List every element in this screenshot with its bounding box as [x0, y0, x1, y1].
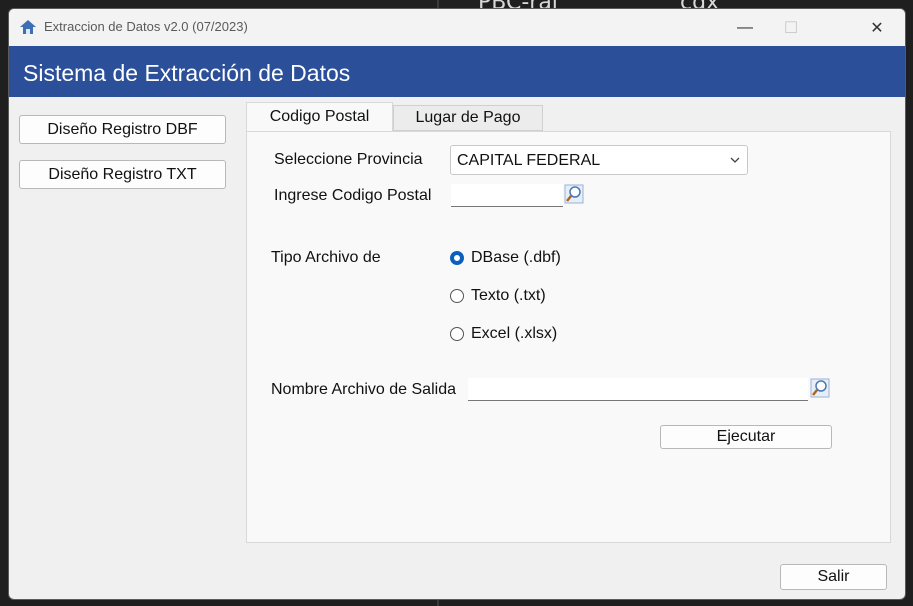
radio-texto[interactable]: Texto (.txt): [450, 287, 546, 305]
tab-panel: Seleccione Provincia CAPITAL FEDERAL Ing…: [246, 131, 891, 543]
provincia-value: CAPITAL FEDERAL: [457, 152, 601, 169]
search-codigo-postal-icon[interactable]: [564, 184, 584, 204]
radio-dbase[interactable]: DBase (.dbf): [450, 249, 561, 267]
radio-unselected-icon: [450, 289, 464, 303]
nombre-archivo-salida-input[interactable]: [468, 378, 808, 401]
radio-excel-label: Excel (.xlsx): [471, 325, 558, 342]
tab-lugar-de-pago[interactable]: Lugar de Pago: [393, 105, 543, 131]
app-icon: [20, 20, 36, 34]
salir-button[interactable]: Salir: [780, 564, 887, 590]
codigo-postal-input[interactable]: [451, 184, 563, 207]
diseno-registro-dbf-button[interactable]: Diseño Registro DBF: [19, 115, 226, 144]
tipo-archivo-label: Tipo Archivo de: [271, 249, 381, 266]
ejecutar-button[interactable]: Ejecutar: [660, 425, 832, 449]
tab-codigo-postal[interactable]: Codigo Postal: [246, 102, 393, 131]
radio-selected-icon: [450, 251, 464, 265]
radio-texto-label: Texto (.txt): [471, 287, 546, 304]
minimize-button[interactable]: —: [722, 9, 768, 46]
provincia-select[interactable]: CAPITAL FEDERAL: [450, 145, 748, 175]
nombre-archivo-salida-label: Nombre Archivo de Salida: [271, 381, 456, 398]
diseno-registro-txt-button[interactable]: Diseño Registro TXT: [19, 160, 226, 189]
provincia-label: Seleccione Provincia: [274, 151, 423, 168]
codigo-postal-label: Ingrese Codigo Postal: [274, 187, 432, 204]
maximize-button[interactable]: ☐: [768, 9, 814, 46]
search-archivo-icon[interactable]: [810, 378, 830, 398]
title-bar[interactable]: Extraccion de Datos v2.0 (07/2023) — ☐ ✕: [9, 9, 905, 46]
page-title: Sistema de Extracción de Datos: [23, 60, 351, 86]
radio-dbase-label: DBase (.dbf): [471, 249, 561, 266]
radio-unselected-icon: [450, 327, 464, 341]
app-window: Extraccion de Datos v2.0 (07/2023) — ☐ ✕…: [8, 8, 906, 600]
header-banner: Sistema de Extracción de Datos: [9, 46, 905, 97]
window-title: Extraccion de Datos v2.0 (07/2023): [44, 19, 248, 34]
chevron-down-icon: [730, 157, 740, 163]
close-button[interactable]: ✕: [854, 9, 900, 46]
radio-excel[interactable]: Excel (.xlsx): [450, 325, 557, 343]
